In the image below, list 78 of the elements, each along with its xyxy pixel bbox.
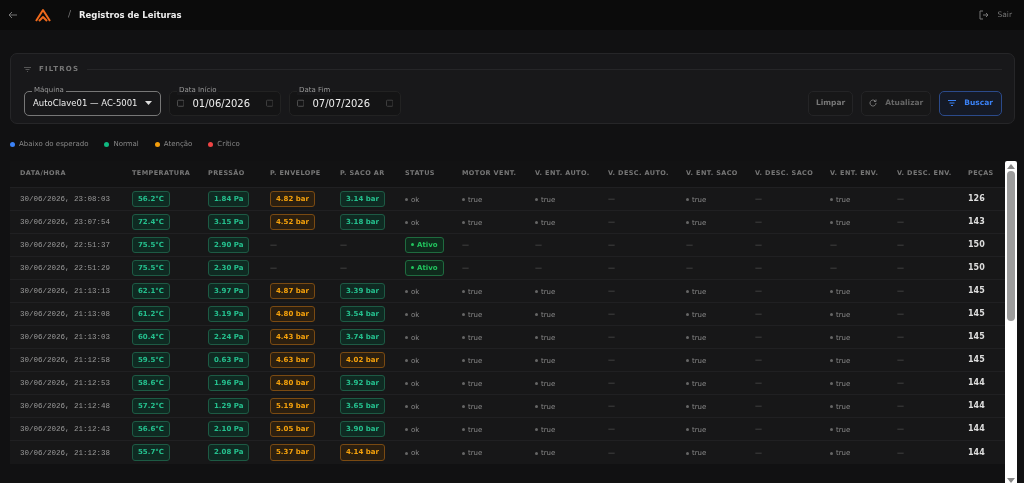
caret-icon	[145, 101, 152, 105]
dot-icon	[535, 221, 538, 225]
piece-count: 145	[968, 332, 985, 342]
piece-count: 150	[968, 240, 985, 250]
dot-icon	[462, 221, 465, 225]
filter-icon	[24, 66, 31, 72]
dot-icon	[686, 313, 689, 317]
dot-icon	[830, 336, 833, 340]
scrollbar-track[interactable]	[1005, 160, 1017, 483]
dot-icon	[462, 313, 465, 317]
dot-icon	[830, 313, 833, 317]
dot-icon	[686, 382, 689, 386]
page-title: Registros de Leituras	[79, 8, 182, 22]
dot-icon	[405, 428, 408, 432]
dot-icon	[686, 359, 689, 363]
dot-icon	[405, 221, 408, 225]
dot-icon	[462, 290, 465, 294]
dot-icon	[462, 198, 465, 202]
dot-icon	[405, 405, 408, 409]
piece-count: 145	[968, 309, 985, 319]
dot-icon	[405, 451, 408, 455]
dot-icon	[405, 359, 408, 363]
dot-icon	[686, 405, 689, 409]
piece-count: 144	[968, 401, 985, 411]
dot-icon	[462, 451, 465, 455]
piece-count: 144	[968, 378, 985, 388]
dot-icon	[535, 336, 538, 340]
dot-icon	[535, 451, 538, 455]
piece-count: 144	[968, 447, 985, 457]
logo-icon	[34, 7, 52, 23]
dot-icon	[830, 428, 833, 432]
piece-count: 143	[968, 217, 985, 227]
dot-icon	[535, 428, 538, 432]
calendar-picker-icon[interactable]	[385, 99, 393, 107]
dot-icon	[535, 359, 538, 363]
dot-icon	[830, 359, 833, 363]
dot-icon	[830, 290, 833, 294]
piece-count: 145	[968, 355, 985, 365]
piece-count: 144	[968, 424, 985, 434]
dot-icon	[686, 451, 689, 455]
dot-icon	[830, 198, 833, 202]
piece-count: 145	[968, 286, 985, 296]
dot-icon	[830, 221, 833, 225]
back-arrow-icon[interactable]	[8, 11, 18, 19]
dot-icon	[462, 405, 465, 409]
dot-icon	[535, 382, 538, 386]
dot-icon	[405, 198, 408, 202]
scroll-thumb[interactable]	[1007, 170, 1015, 321]
dot-icon	[405, 382, 408, 386]
dot-icon	[462, 336, 465, 340]
refresh-icon	[869, 99, 878, 107]
dot-icon	[535, 198, 538, 202]
dot-icon	[830, 405, 833, 409]
calendar-icon	[297, 99, 305, 107]
dot-icon	[686, 428, 689, 432]
dot-icon	[405, 336, 408, 340]
dot-icon	[686, 290, 689, 294]
dot-icon	[686, 336, 689, 340]
calendar-icon	[177, 99, 185, 107]
dot-icon	[405, 313, 408, 317]
scroll-down-icon[interactable]	[1007, 477, 1015, 483]
dot-icon	[535, 405, 538, 409]
dot-icon	[535, 313, 538, 317]
dot-icon	[686, 198, 689, 202]
filter-icon	[948, 100, 957, 106]
dot-icon	[830, 382, 833, 386]
dot-icon	[405, 290, 408, 294]
piece-count: 150	[968, 263, 985, 273]
breadcrumb-separator: /	[68, 8, 72, 22]
dot-icon	[830, 451, 833, 455]
piece-count: 126	[968, 194, 985, 204]
dot-icon	[686, 221, 689, 225]
dot-icon	[462, 428, 465, 432]
dot-icon	[462, 382, 465, 386]
dot-icon	[535, 290, 538, 294]
calendar-picker-icon[interactable]	[265, 99, 273, 107]
logout-icon	[979, 10, 990, 20]
dot-icon	[462, 359, 465, 363]
